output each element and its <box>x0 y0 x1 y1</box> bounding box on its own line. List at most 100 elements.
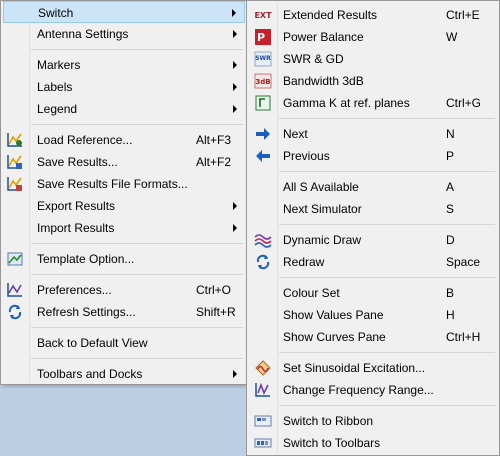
submenu-arrow-icon <box>233 105 237 113</box>
separator <box>279 352 495 353</box>
menu-item-label: Antenna Settings <box>37 27 129 41</box>
separator <box>279 277 495 278</box>
menu-item-toolbars-and-docks[interactable]: Toolbars and Docks <box>3 363 245 385</box>
menu-item-label: Extended Results <box>283 8 378 22</box>
submenu-item-gamma-k[interactable]: Gamma K at ref. planes Ctrl+G <box>249 92 497 114</box>
submenu-item-swr-gd[interactable]: SWR SWR & GD <box>249 48 497 70</box>
menu-item-label: Switch to Toolbars <box>283 436 381 450</box>
menu-item-markers[interactable]: Markers <box>3 54 245 76</box>
sinusoidal-icon <box>255 360 271 376</box>
menu-item-label: Load Reference... <box>37 133 133 147</box>
submenu-item-extended-results[interactable]: EXT Extended Results Ctrl+E <box>249 4 497 26</box>
separator <box>31 358 243 359</box>
menu-item-shortcut: N <box>446 127 455 141</box>
submenu-item-colour-set[interactable]: Colour Set B <box>249 282 497 304</box>
menu-item-export-results[interactable]: Export Results <box>3 195 245 217</box>
submenu-item-switch-to-ribbon[interactable]: Switch to Ribbon <box>249 410 497 432</box>
arrow-left-icon <box>256 150 270 162</box>
submenu-arrow-icon <box>233 370 237 378</box>
save-results-icon <box>7 155 22 169</box>
menu-item-label: Show Curves Pane <box>283 330 386 344</box>
submenu-item-next[interactable]: Next N <box>249 123 497 145</box>
menu-item-label: Switch to Ribbon <box>283 414 374 428</box>
menu-item-label: Template Option... <box>37 252 135 266</box>
submenu-arrow-icon <box>232 9 236 17</box>
power-balance-icon-text: P <box>257 31 265 44</box>
menu-item-refresh-settings[interactable]: Refresh Settings... Shift+R <box>3 301 245 323</box>
submenu-item-next-simulator[interactable]: Next Simulator S <box>249 198 497 220</box>
submenu-item-power-balance[interactable]: P Power Balance W <box>249 26 497 48</box>
submenu-item-change-frequency-range[interactable]: Change Frequency Range... <box>249 379 497 401</box>
menu-item-legend[interactable]: Legend <box>3 98 245 120</box>
menu-item-switch[interactable]: Switch <box>3 1 245 23</box>
submenu-arrow-icon <box>233 83 237 91</box>
menu-item-label: Gamma K at ref. planes <box>283 96 410 110</box>
submenu-item-show-curves-pane[interactable]: Show Curves Pane Ctrl+H <box>249 326 497 348</box>
frequency-range-icon <box>255 382 270 397</box>
separator <box>31 124 243 125</box>
menu-item-save-results-file-formats[interactable]: Save Results File Formats... <box>3 173 245 195</box>
menu-item-label: Import Results <box>37 221 115 235</box>
menu-item-label: Legend <box>37 102 78 116</box>
separator <box>31 243 243 244</box>
submenu-item-show-values-pane[interactable]: Show Values Pane H <box>249 304 497 326</box>
submenu-item-redraw[interactable]: Redraw Space <box>249 251 497 273</box>
separator <box>279 405 495 406</box>
submenu-item-dynamic-draw[interactable]: Dynamic Draw D <box>249 229 497 251</box>
submenu-item-set-sinusoidal-excitation[interactable]: Set Sinusoidal Excitation... <box>249 357 497 379</box>
menu-item-shortcut: H <box>446 308 455 322</box>
menu-item-label: Redraw <box>283 255 325 269</box>
menu-item-save-results[interactable]: Save Results... Alt+F2 <box>3 151 245 173</box>
submenu-item-all-s-available[interactable]: All S Available A <box>249 176 497 198</box>
menu-item-label: Save Results... <box>37 155 118 169</box>
separator <box>31 49 243 50</box>
separator <box>279 171 495 172</box>
ext-icon: EXT <box>254 11 272 20</box>
menu-item-label: Preferences... <box>37 283 112 297</box>
submenu-item-bandwidth-3db[interactable]: 3dB Bandwidth 3dB <box>249 70 497 92</box>
menu-item-load-reference[interactable]: Load Reference... Alt+F3 <box>3 129 245 151</box>
menu-item-label: Bandwidth 3dB <box>283 74 364 88</box>
menu-item-shortcut: Alt+F3 <box>196 133 232 147</box>
menu-item-label: Save Results File Formats... <box>37 177 188 191</box>
separator <box>279 224 495 225</box>
menu-item-shortcut: D <box>446 233 455 247</box>
menu-item-back-to-default-view[interactable]: Back to Default View <box>3 332 245 354</box>
switch-submenu: EXT Extended Results Ctrl+E P Power Bala… <box>246 0 500 456</box>
bandwidth-icon: 3dB <box>254 73 272 89</box>
menu-item-shortcut: Ctrl+H <box>446 330 481 344</box>
menu-item-shortcut: Alt+F2 <box>196 155 232 169</box>
menu-item-preferences[interactable]: Preferences... Ctrl+O <box>3 279 245 301</box>
menu-item-import-results[interactable]: Import Results <box>3 217 245 239</box>
menu-item-label: All S Available <box>283 180 359 194</box>
preferences-icon <box>7 283 22 297</box>
menu-item-label: Labels <box>37 80 73 94</box>
menu-item-label: SWR & GD <box>283 52 344 66</box>
menu-item-label: Change Frequency Range... <box>283 383 434 397</box>
refresh-icon <box>8 304 22 320</box>
menu-item-shortcut: A <box>446 180 455 194</box>
toolbars-icon <box>254 438 272 448</box>
submenu-arrow-icon <box>233 61 237 69</box>
separator <box>279 118 495 119</box>
menu-item-label: Toolbars and Docks <box>37 367 143 381</box>
submenu-arrow-icon <box>233 224 237 232</box>
menu-item-label: Switch <box>38 6 74 20</box>
ribbon-icon <box>254 415 272 427</box>
separator <box>31 274 243 275</box>
menu-item-label: Set Sinusoidal Excitation... <box>283 361 426 375</box>
swr-gd-icon-text: SWR <box>255 55 271 62</box>
menu-item-label: Back to Default View <box>37 336 148 350</box>
menu-item-labels[interactable]: Labels <box>3 76 245 98</box>
menu-item-template-option[interactable]: Template Option... <box>3 248 245 270</box>
menu-item-shortcut: S <box>446 202 455 216</box>
submenu-item-previous[interactable]: Previous P <box>249 145 497 167</box>
submenu-item-switch-to-toolbars[interactable]: Switch to Toolbars <box>249 432 497 454</box>
menu-item-shortcut: W <box>446 30 458 44</box>
menu-item-shortcut: P <box>446 149 455 163</box>
menu-item-antenna-settings[interactable]: Antenna Settings <box>3 23 245 45</box>
swr-gd-icon: SWR <box>254 51 272 67</box>
ext-icon-text: EXT <box>254 11 272 20</box>
menu-item-shortcut: B <box>446 286 455 300</box>
menu-item-label: Previous <box>283 149 330 163</box>
